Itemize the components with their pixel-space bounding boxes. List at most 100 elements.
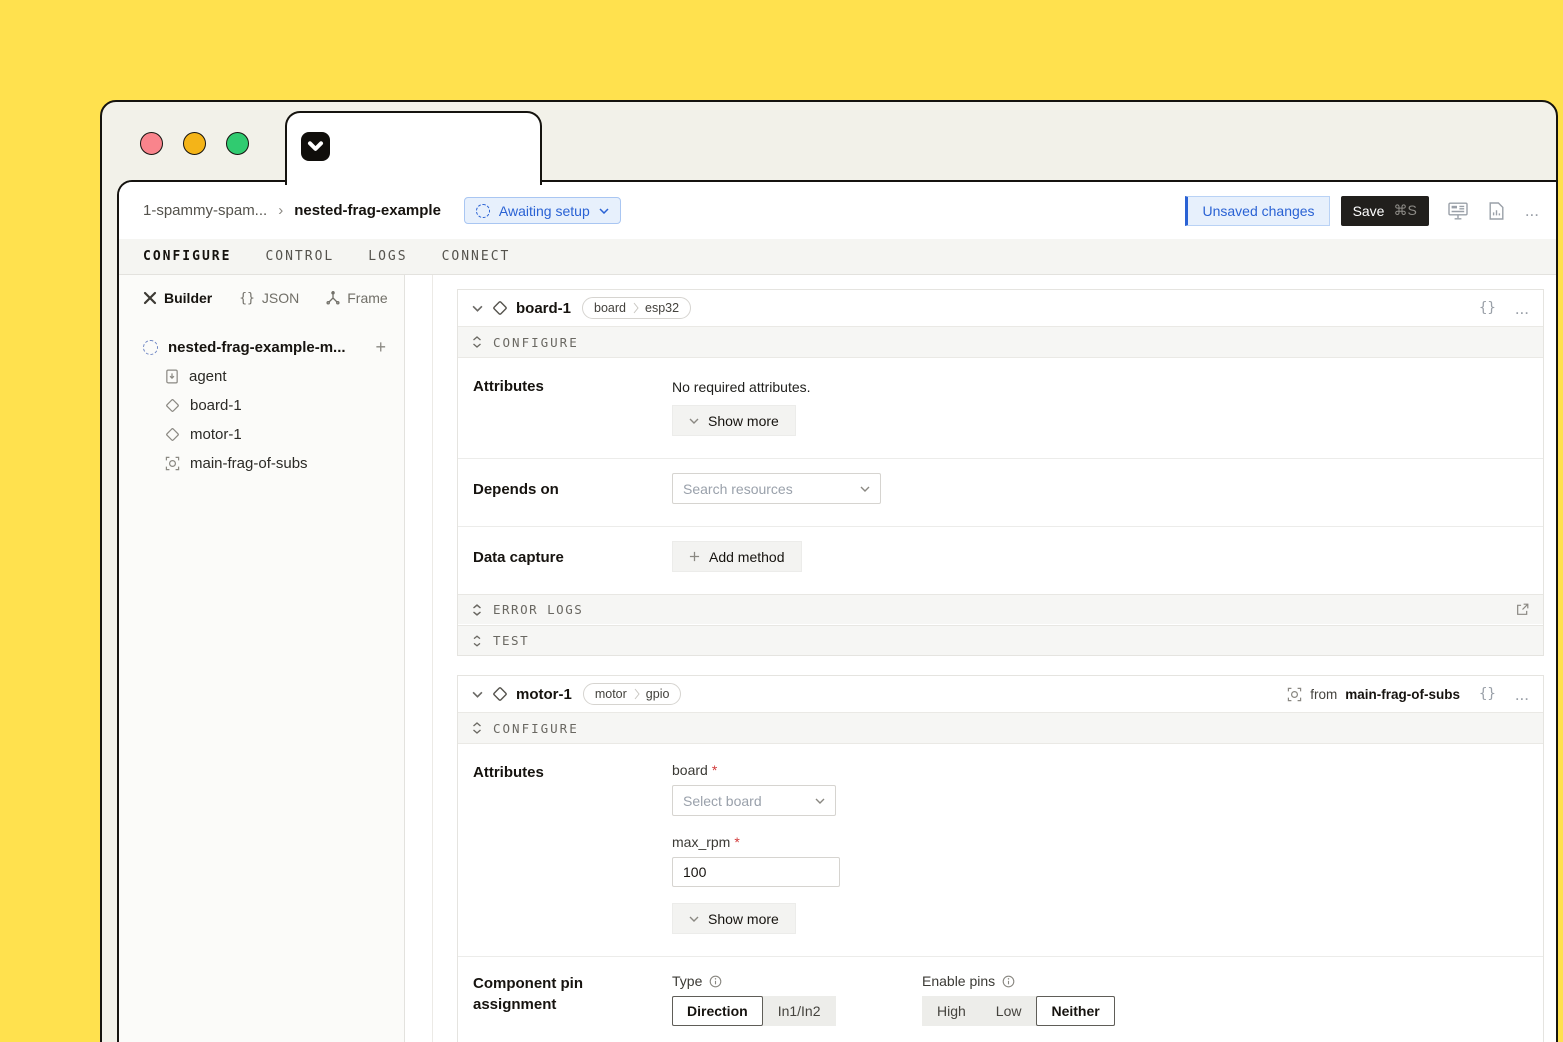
plus-icon [689, 551, 700, 562]
tab-control[interactable]: CONTROL [265, 249, 334, 264]
open-logs-external-icon[interactable] [1516, 603, 1529, 616]
breadcrumb-parent[interactable]: 1-spammy-spam... [143, 202, 267, 219]
add-resource-button[interactable]: + [375, 337, 386, 358]
board-select[interactable]: Select board [672, 785, 836, 816]
type-label: Type [672, 973, 703, 989]
tab-connect[interactable]: CONNECT [442, 249, 511, 264]
machine-status-dropdown[interactable]: Awaiting setup [463, 197, 621, 224]
show-more-button[interactable]: Show more [672, 903, 796, 934]
collapse-card-chevron-icon[interactable] [472, 305, 483, 312]
sidebar-tab-frame[interactable]: Frame [326, 290, 388, 306]
chevron-down-icon [860, 486, 870, 492]
app-header: 1-spammy-spam... › nested-frag-example A… [119, 182, 1556, 239]
chevron-down-icon [599, 207, 609, 214]
required-marker: * [711, 762, 718, 778]
tree-root-machine[interactable]: nested-frag-example-m... + [143, 332, 386, 362]
card-more-options-icon[interactable]: ... [1515, 300, 1529, 317]
fragment-icon [165, 456, 180, 471]
browser-tab[interactable] [285, 111, 542, 185]
configure-section-label: CONFIGURE [493, 720, 579, 736]
add-method-button[interactable]: Add method [672, 541, 802, 572]
motor-attributes-row: Attributes board * Select board max_rpm … [458, 744, 1543, 956]
app-window: 1-spammy-spam... › nested-frag-example A… [117, 180, 1556, 1042]
unsaved-changes-button[interactable]: Unsaved changes [1185, 195, 1330, 226]
enable-pins-info-icon[interactable] [1002, 975, 1015, 988]
board-field-label: board [672, 762, 708, 778]
save-button[interactable]: Save ⌘S [1340, 195, 1429, 226]
enable-option-neither[interactable]: Neither [1036, 996, 1115, 1026]
depends-on-label: Depends on [473, 481, 559, 498]
tab-configure[interactable]: CONFIGURE [143, 249, 231, 264]
enable-option-high[interactable]: High [922, 996, 981, 1026]
chevron-down-icon [689, 418, 699, 424]
collapse-section-icon [473, 722, 481, 734]
board-field: board * Select board [672, 762, 1529, 816]
error-logs-bar[interactable]: ERROR LOGS [458, 594, 1543, 624]
max-rpm-input[interactable] [672, 857, 840, 887]
monitor-icon[interactable] [1448, 202, 1468, 220]
viam-logo-icon [301, 132, 330, 161]
collapse-section-icon [473, 336, 481, 348]
from-label: from [1310, 686, 1338, 702]
depends-on-row: Depends on Search resources [458, 458, 1543, 526]
attributes-label: Attributes [473, 764, 544, 781]
machine-status-label: Awaiting setup [498, 202, 590, 219]
sidebar-tab-json-label: JSON [261, 290, 300, 306]
tab-logs[interactable]: LOGS [368, 249, 407, 264]
edit-json-icon[interactable]: {} [1479, 301, 1496, 315]
tree-root-label: nested-frag-example-m... [168, 338, 346, 356]
edit-json-icon[interactable]: {} [1479, 687, 1496, 701]
configure-section-bar[interactable]: CONFIGURE [458, 326, 1543, 358]
minimize-window-button[interactable] [183, 132, 206, 155]
motor-card-header: motor-1 motor gpio from main-frag-of-sub… [458, 676, 1543, 712]
board-select-placeholder: Select board [683, 792, 762, 809]
type-segmented-control: Direction In1/In2 [672, 996, 836, 1026]
config-sidebar: Builder {} JSON Frame nested-frag-exampl… [119, 275, 405, 1042]
resource-card-board-1: board-1 board esp32 {} ... CONFIGURE Att… [457, 289, 1544, 656]
board-card-header: board-1 board esp32 {} ... [458, 290, 1543, 326]
tree-item-agent[interactable]: agent [143, 362, 386, 391]
tree-item-label: agent [189, 368, 227, 385]
expand-section-icon [473, 634, 481, 647]
enable-pins-label: Enable pins [922, 973, 996, 989]
component-diamond-icon [165, 427, 180, 442]
type-option-direction[interactable]: Direction [672, 996, 763, 1026]
data-file-icon[interactable] [1489, 201, 1504, 220]
configure-section-bar[interactable]: CONFIGURE [458, 712, 1543, 744]
resource-type-tag: board esp32 [582, 297, 692, 319]
tree-item-motor-1[interactable]: motor-1 [143, 420, 386, 449]
browser-window: 1-spammy-spam... › nested-frag-example A… [100, 100, 1558, 1042]
card-more-options-icon[interactable]: ... [1515, 686, 1529, 703]
tag-type: motor [594, 687, 627, 701]
chevron-down-icon [815, 798, 825, 804]
breadcrumb-chevron-icon: › [278, 202, 284, 219]
machine-part-icon [143, 339, 158, 355]
collapse-card-chevron-icon[interactable] [472, 691, 483, 698]
test-bar[interactable]: TEST [458, 625, 1543, 655]
resource-name: board-1 [516, 299, 572, 317]
show-more-button[interactable]: Show more [672, 405, 796, 436]
traffic-lights [140, 132, 249, 155]
breadcrumb-machine-name: nested-frag-example [294, 202, 441, 219]
type-info-icon[interactable] [709, 975, 722, 988]
screen: 1-spammy-spam... › nested-frag-example A… [0, 0, 1563, 1042]
save-shortcut: ⌘S [1393, 202, 1417, 218]
close-window-button[interactable] [140, 132, 163, 155]
enable-option-low[interactable]: Low [981, 996, 1037, 1026]
sidebar-tab-frame-label: Frame [347, 290, 388, 306]
chevron-down-icon [689, 916, 699, 922]
more-options-icon[interactable]: ... [1525, 202, 1539, 219]
fragment-icon [1287, 687, 1302, 702]
from-fragment-indicator: from main-frag-of-subs [1287, 687, 1460, 702]
maximize-window-button[interactable] [226, 132, 249, 155]
resource-tree: nested-frag-example-m... + agent board-1… [143, 332, 386, 478]
tree-item-board-1[interactable]: board-1 [143, 391, 386, 420]
tree-item-main-frag-of-subs[interactable]: main-frag-of-subs [143, 449, 386, 478]
type-option-in1in2[interactable]: In1/In2 [763, 996, 836, 1026]
sidebar-tab-json[interactable]: {} JSON [239, 290, 299, 306]
depends-on-select[interactable]: Search resources [672, 473, 881, 504]
sidebar-tab-builder[interactable]: Builder [143, 290, 212, 306]
panel-divider [432, 275, 433, 1042]
attributes-label: Attributes [473, 378, 544, 395]
max-rpm-field-label: max_rpm [672, 834, 731, 850]
